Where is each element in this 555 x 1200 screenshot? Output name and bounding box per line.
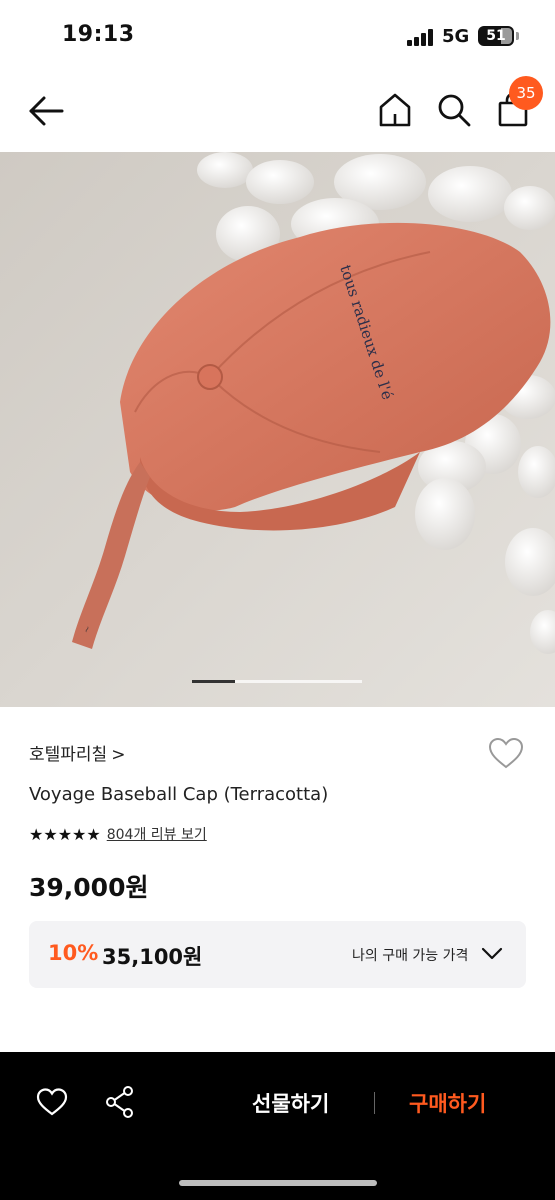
product-price: 39,000원 (29, 873, 149, 902)
search-icon[interactable] (436, 92, 472, 128)
home-indicator (179, 1180, 377, 1186)
cart-count-badge: 35 (509, 76, 543, 110)
gallery-pager (192, 680, 362, 683)
my-price-box[interactable]: 10% 35,100원 나의 구매 가능 가격 (29, 921, 526, 988)
header-nav (0, 72, 555, 152)
status-bar: 19:13 5G 51 (0, 0, 555, 72)
battery-level: 51 (486, 28, 506, 44)
discount-rate: 10% (48, 941, 99, 965)
chevron-down-icon[interactable] (481, 947, 503, 961)
network-label: 5G (442, 26, 470, 47)
battery-cap (516, 32, 519, 40)
back-arrow-icon[interactable] (28, 94, 66, 128)
my-price-label: 나의 구매 가능 가격 (352, 948, 469, 964)
rating-stars: ★★★★★ (29, 824, 101, 844)
rating-row: ★★★★★ 804개 리뷰 보기 (29, 824, 207, 844)
gallery-pager-active (192, 680, 235, 683)
status-time: 19:13 (62, 22, 135, 47)
brand-name: 호텔파리칠 (29, 745, 108, 765)
home-icon[interactable] (378, 92, 412, 128)
signal-icon (407, 28, 435, 46)
bottom-action-bar: 선물하기 구매하기 (0, 1052, 555, 1200)
gift-button[interactable]: 선물하기 (252, 1088, 329, 1118)
product-name: Voyage Baseball Cap (Terracotta) (29, 784, 329, 805)
discount-price: 35,100원 (102, 945, 203, 969)
heart-icon[interactable] (36, 1087, 68, 1117)
wishlist-heart-icon[interactable] (487, 736, 525, 770)
brand-chevron-icon: > (111, 745, 126, 765)
product-image[interactable]: tous radieux de l'é ~ (0, 152, 555, 707)
cap-photo: tous radieux de l'é ~ (0, 152, 555, 707)
button-divider (374, 1092, 375, 1114)
battery-icon: 51 (478, 26, 514, 46)
buy-button[interactable]: 구매하기 (409, 1088, 486, 1118)
review-link[interactable]: 804개 리뷰 보기 (107, 824, 207, 844)
share-icon[interactable] (105, 1085, 135, 1119)
brand-link[interactable]: 호텔파리칠 > (29, 740, 125, 765)
